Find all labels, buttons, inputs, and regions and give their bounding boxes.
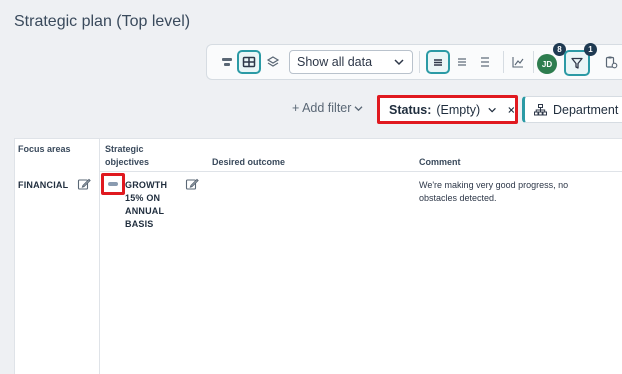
status-filter-chip[interactable]: Status: (Empty) bbox=[377, 95, 518, 124]
status-filter-label: Status: bbox=[389, 102, 432, 117]
edit-icon[interactable] bbox=[185, 177, 199, 191]
chart-icon[interactable] bbox=[506, 50, 530, 74]
view-toolbar: Show all data JD 8 1 bbox=[206, 43, 622, 80]
column-header-focus-areas[interactable]: Focus areas bbox=[18, 143, 78, 156]
strategic-objective-cell[interactable]: GROWTH 15% ON ANNUAL BASIS bbox=[125, 179, 181, 231]
chevron-down-icon bbox=[354, 105, 363, 111]
filter-icon bbox=[571, 57, 583, 69]
add-filter-label: + Add filter bbox=[292, 101, 352, 115]
chevron-down-icon bbox=[394, 59, 404, 66]
minus-icon bbox=[108, 182, 118, 186]
column-header-strategic-objectives[interactable]: Strategic objectives bbox=[105, 143, 165, 169]
comment-cell[interactable]: We're making very good progress, no obst… bbox=[419, 179, 599, 205]
department-filter-chip[interactable]: Department bbox=[522, 96, 622, 123]
density-compact-icon[interactable] bbox=[426, 50, 450, 74]
collapse-row-button[interactable] bbox=[101, 173, 125, 195]
close-icon[interactable] bbox=[508, 106, 515, 114]
card-view-icon[interactable] bbox=[215, 50, 239, 74]
edit-icon[interactable] bbox=[77, 177, 91, 191]
filter-count-badge: 1 bbox=[584, 43, 597, 56]
focus-area-cell[interactable]: FINANCIAL bbox=[18, 179, 68, 192]
data-filter-value: Show all data bbox=[297, 55, 373, 69]
user-avatar[interactable]: JD bbox=[537, 54, 557, 74]
column-header-comment[interactable]: Comment bbox=[419, 156, 461, 169]
department-filter-label: Department bbox=[553, 102, 619, 117]
layers-icon[interactable] bbox=[261, 50, 285, 74]
add-filter-button[interactable]: + Add filter bbox=[292, 101, 363, 115]
clipboard-settings-icon[interactable] bbox=[599, 50, 622, 74]
strategic-plan-table: Focus areas Strategic objectives Desired… bbox=[14, 138, 622, 374]
page-title: Strategic plan (Top level) bbox=[14, 13, 191, 30]
org-chart-icon bbox=[534, 103, 547, 115]
column-header-desired-outcome[interactable]: Desired outcome bbox=[212, 156, 285, 169]
chevron-down-icon[interactable] bbox=[488, 106, 497, 114]
data-filter-select[interactable]: Show all data bbox=[289, 50, 413, 74]
status-filter-value: (Empty) bbox=[436, 102, 481, 117]
density-medium-icon[interactable] bbox=[450, 50, 474, 74]
density-wide-icon[interactable] bbox=[473, 50, 497, 74]
table-view-icon[interactable] bbox=[237, 50, 261, 74]
